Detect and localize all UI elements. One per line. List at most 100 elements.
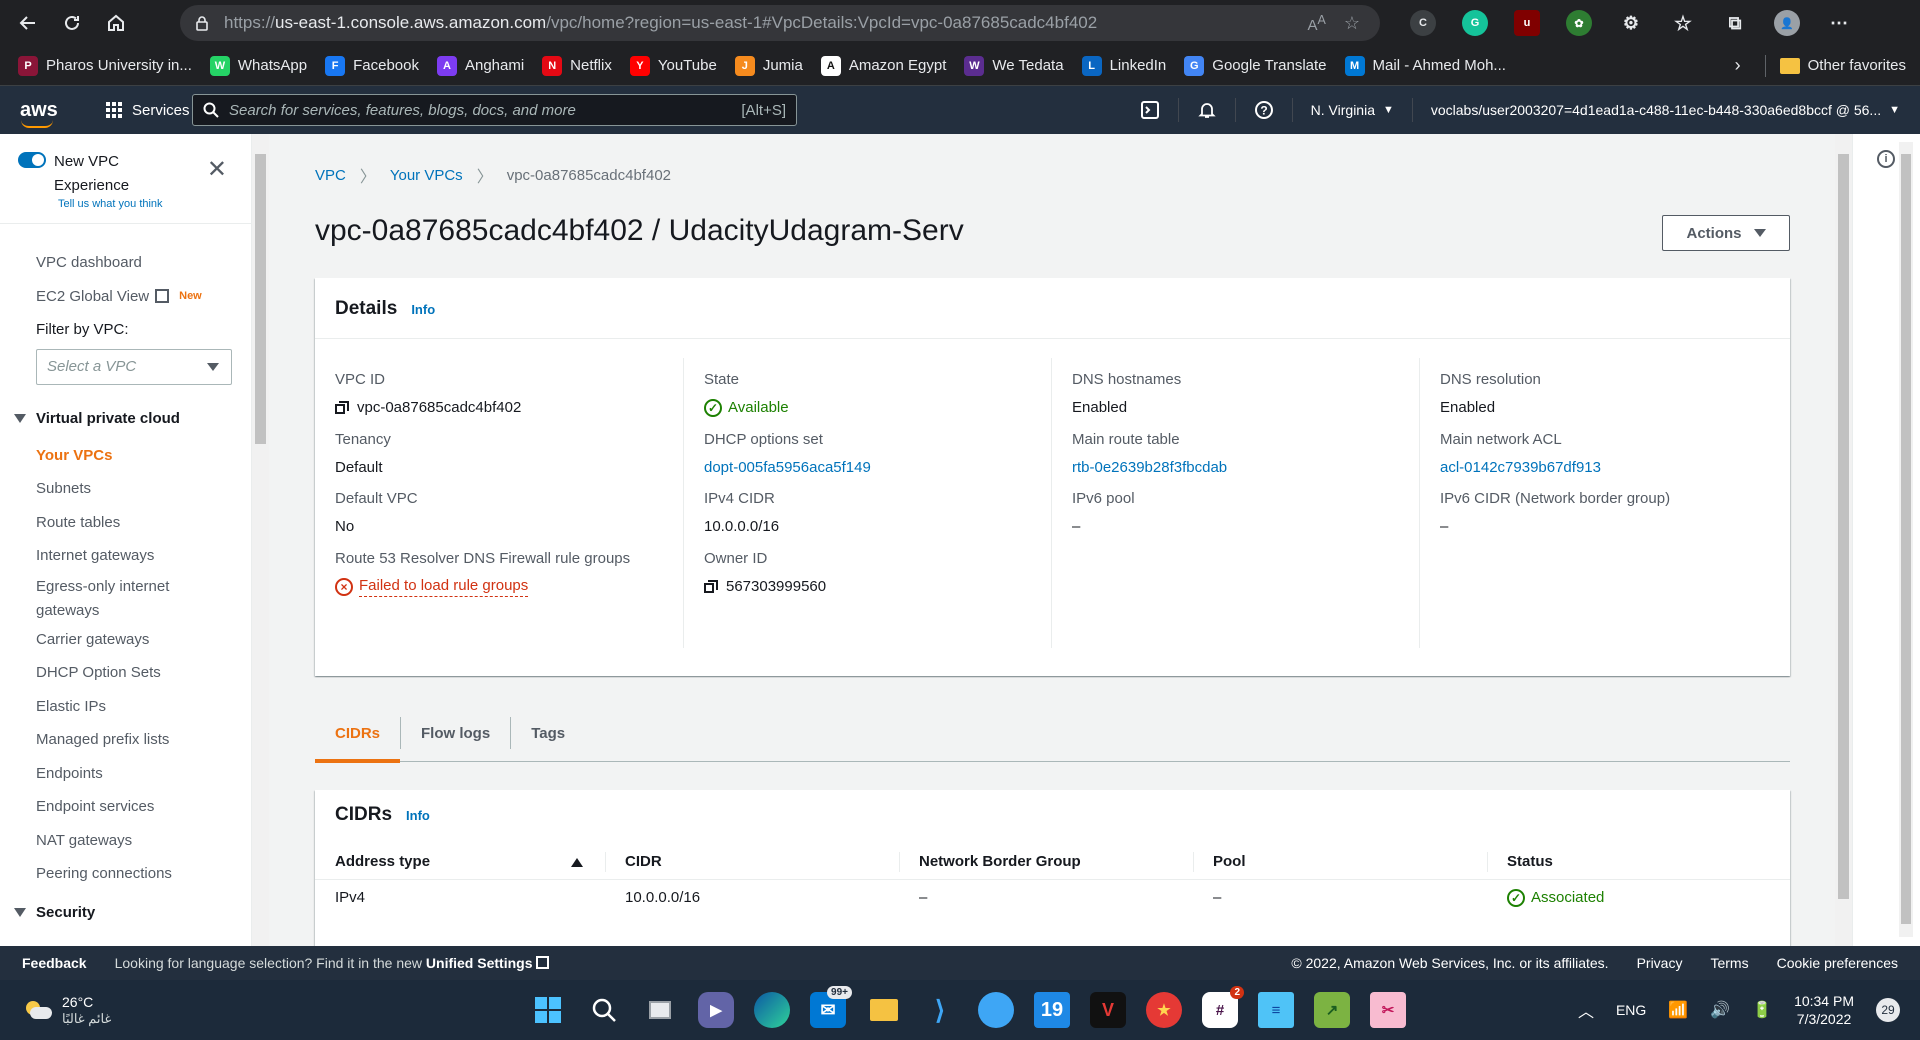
copy-icon[interactable]: [335, 401, 349, 415]
region-selector[interactable]: N. Virginia ▼: [1293, 102, 1412, 118]
section-virtual-private-cloud[interactable]: Virtual private cloud: [0, 399, 251, 439]
help-icon[interactable]: ?: [1236, 100, 1292, 120]
collections-icon[interactable]: ⧉: [1722, 10, 1748, 36]
bookmark-whatsapp[interactable]: W WhatsApp: [209, 55, 307, 76]
actions-button[interactable]: Actions: [1662, 215, 1790, 251]
sidebar-item-carrier-gateways[interactable]: Carrier gateways: [0, 623, 251, 657]
home-icon[interactable]: [94, 0, 138, 46]
snipping-tool-icon[interactable]: ✂: [1370, 992, 1406, 1028]
address-bar[interactable]: https://us-east-1.console.aws.amazon.com…: [180, 5, 1380, 41]
file-explorer-icon[interactable]: [866, 992, 902, 1028]
slack-icon[interactable]: #2: [1202, 986, 1244, 1028]
sidebar-item-ec2-global-view[interactable]: EC2 Global View New: [0, 280, 251, 314]
sidebar-item-endpoints[interactable]: Endpoints: [0, 757, 251, 791]
edge-browser-icon[interactable]: [754, 992, 790, 1028]
table-row[interactable]: IPv4 10.0.0.0/16 – – ✓ Associated: [315, 880, 1790, 916]
column-network-border-group[interactable]: Network Border Group: [899, 844, 1193, 880]
section-security[interactable]: Security: [0, 893, 251, 933]
bookmark-we[interactable]: W We Tedata: [964, 55, 1064, 76]
teams-chat-icon[interactable]: ▶: [698, 992, 734, 1028]
language-indicator[interactable]: ENG: [1616, 1002, 1646, 1018]
breadcrumb-vpc[interactable]: VPC: [315, 167, 346, 184]
bell-icon[interactable]: [1179, 101, 1235, 119]
sidebar-item-vpc-dashboard[interactable]: VPC dashboard: [0, 246, 251, 280]
search-input[interactable]: Search for services, features, blogs, do…: [192, 94, 797, 126]
bookmark-pharos[interactable]: P Pharos University in...: [18, 55, 192, 76]
task-view-icon[interactable]: [642, 992, 678, 1028]
chevron-up-icon[interactable]: ︿: [1578, 998, 1594, 1022]
extension-leaf-icon[interactable]: ✿: [1566, 10, 1592, 36]
detail-value[interactable]: dopt-005fa5956aca5f149: [704, 454, 871, 482]
add-favorite-icon[interactable]: ☆: [1344, 13, 1360, 34]
bookmark-amazon[interactable]: A Amazon Egypt: [820, 55, 946, 76]
sidebar-item-dhcp-option-sets[interactable]: DHCP Option Sets: [0, 656, 251, 690]
app-red-v-icon[interactable]: V: [1090, 992, 1126, 1028]
sidebar-item-nat-gateways[interactable]: NAT gateways: [0, 824, 251, 858]
vscode-icon[interactable]: ⟩: [922, 992, 958, 1028]
back-arrow-icon[interactable]: [6, 0, 50, 46]
clock[interactable]: 10:34 PM 7/3/2022: [1794, 992, 1854, 1028]
info-link[interactable]: Info: [411, 302, 435, 317]
services-menu-button[interactable]: Services: [106, 102, 190, 119]
ublock-icon[interactable]: u: [1514, 10, 1540, 36]
column-pool[interactable]: Pool: [1193, 844, 1487, 880]
sidebar-item-subnets[interactable]: Subnets: [0, 472, 251, 506]
terms-link[interactable]: Terms: [1710, 955, 1748, 971]
other-favorites-link[interactable]: Other favorites: [1808, 57, 1906, 74]
main-scrollbar[interactable]: [1835, 134, 1852, 946]
more-menu-icon[interactable]: ⋯: [1826, 10, 1852, 36]
grammarly-icon[interactable]: G: [1462, 10, 1488, 36]
cookie-preferences-link[interactable]: Cookie preferences: [1777, 955, 1898, 971]
sidebar-item-endpoint-services[interactable]: Endpoint services: [0, 790, 251, 824]
account-menu[interactable]: voclabs/user2003207=4d1ead1a-c488-11ec-b…: [1413, 102, 1900, 118]
chevron-right-icon[interactable]: ›: [1735, 55, 1741, 76]
windows-start-icon[interactable]: [530, 992, 566, 1028]
favorites-icon[interactable]: ☆: [1670, 10, 1696, 36]
vpc-filter-select[interactable]: Select a VPC: [36, 348, 232, 385]
aws-logo[interactable]: aws: [20, 99, 60, 128]
read-aloud-icon[interactable]: AA: [1308, 13, 1326, 34]
notification-count[interactable]: 29: [1876, 998, 1900, 1022]
privacy-link[interactable]: Privacy: [1637, 955, 1683, 971]
app-19-icon[interactable]: 19: [1034, 992, 1070, 1028]
detail-value[interactable]: 567303999560: [704, 573, 826, 601]
breadcrumb-your-vpcs[interactable]: Your VPCs: [390, 167, 463, 184]
bookmark-anghami[interactable]: A Anghami: [436, 55, 524, 76]
copy-icon[interactable]: [704, 579, 718, 594]
wifi-icon[interactable]: 📶: [1668, 1000, 1688, 1020]
info-link[interactable]: Info: [406, 808, 430, 823]
bookmark-jumia[interactable]: J Jumia: [734, 55, 803, 76]
new-vpc-toggle[interactable]: [18, 152, 46, 168]
sidebar-item-egress-only-internet-gateways[interactable]: Egress-only internet gateways: [0, 573, 220, 623]
refresh-icon[interactable]: [50, 0, 94, 46]
volume-icon[interactable]: 🔊: [1710, 1000, 1730, 1020]
sidebar-item-route-tables[interactable]: Route tables: [0, 506, 251, 540]
close-icon[interactable]: ✕: [207, 158, 227, 182]
notepad-icon[interactable]: ≡: [1258, 992, 1294, 1028]
weather-widget[interactable]: 26°C غائم غالبًا: [24, 994, 111, 1027]
detail-value[interactable]: × Failed to load rule groups: [335, 573, 630, 601]
detail-value[interactable]: acl-0142c7939b67df913: [1440, 454, 1601, 482]
extension-c-icon[interactable]: C: [1410, 10, 1436, 36]
detail-value[interactable]: rtb-0e2639b28f3fbcdab: [1072, 454, 1227, 482]
cloudshell-icon[interactable]: [1122, 101, 1178, 119]
sidebar-item-elastic-ips[interactable]: Elastic IPs: [0, 690, 251, 724]
app-blue-circle-icon[interactable]: [978, 992, 1014, 1028]
app-green-chart-icon[interactable]: ↗: [1314, 992, 1350, 1028]
mail-icon[interactable]: ✉ 99+: [810, 986, 852, 1028]
bookmark-outlook[interactable]: M Mail - Ahmed Moh...: [1344, 55, 1506, 76]
app-red-star-icon[interactable]: ★: [1146, 992, 1182, 1028]
sidebar-scrollbar[interactable]: [252, 134, 269, 946]
feedback-link[interactable]: Tell us what you think: [58, 198, 163, 210]
bookmark-facebook[interactable]: F Facebook: [325, 55, 419, 76]
feedback-button[interactable]: Feedback: [22, 955, 87, 971]
column-address-type[interactable]: Address type: [315, 844, 605, 880]
search-icon[interactable]: [586, 992, 622, 1028]
battery-icon[interactable]: 🔋: [1752, 1000, 1772, 1020]
unified-settings-link[interactable]: Unified Settings: [426, 955, 533, 971]
bookmark-youtube[interactable]: Y YouTube: [629, 55, 717, 76]
extensions-puzzle-icon[interactable]: ⚙: [1618, 10, 1644, 36]
tab-tags[interactable]: Tags: [511, 704, 585, 762]
bookmark-google-translate[interactable]: G Google Translate: [1184, 55, 1327, 76]
bookmark-netflix[interactable]: N Netflix: [542, 55, 612, 76]
